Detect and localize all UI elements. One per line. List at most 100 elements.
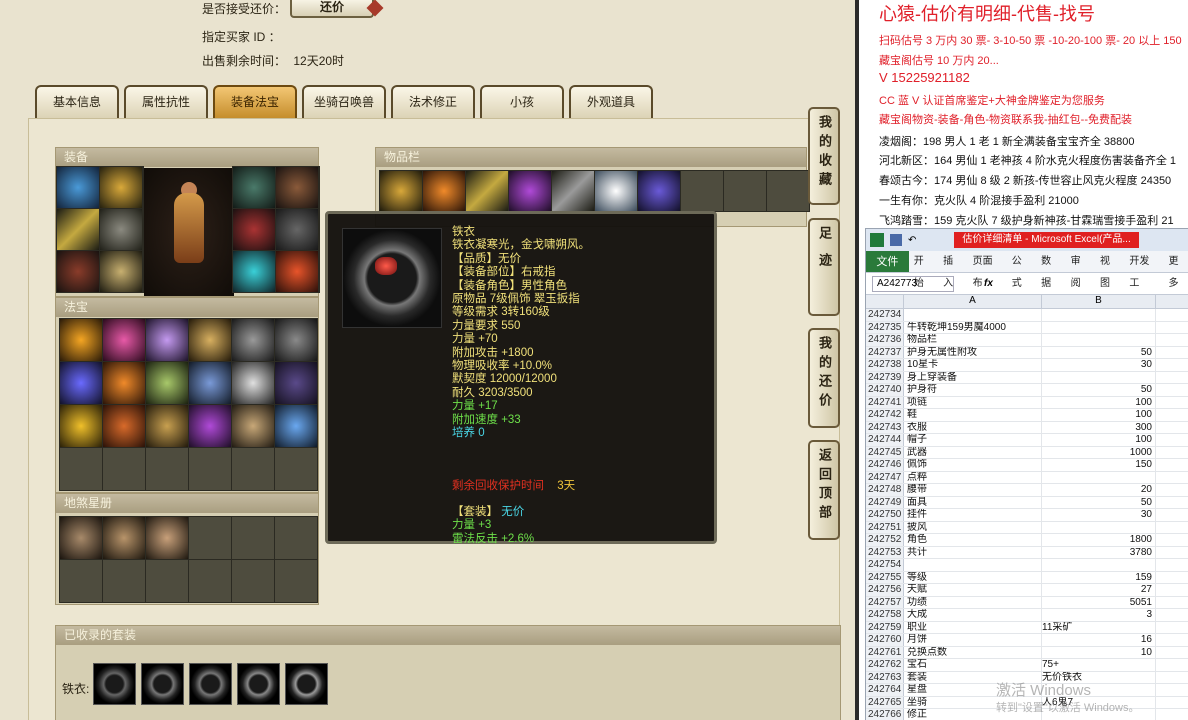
tiansha-slot-empty[interactable]	[232, 517, 274, 559]
tiansha-slot-empty[interactable]	[103, 560, 145, 602]
inventory-slot-empty[interactable]	[767, 171, 809, 211]
tab-equipment[interactable]: 装备法宝	[213, 85, 297, 118]
equipment-slot[interactable]	[276, 251, 318, 292]
cell-b[interactable]: 16	[1042, 634, 1156, 646]
treasure-slot-empty[interactable]	[232, 448, 274, 490]
treasure-slot-empty[interactable]	[189, 448, 231, 490]
cell-b[interactable]: 30	[1042, 359, 1156, 371]
equipment-slot[interactable]	[276, 209, 318, 250]
row-number[interactable]: 242740	[866, 384, 904, 396]
tab-basic-info[interactable]: 基本信息	[35, 85, 119, 118]
cell-a[interactable]: 牛转乾坤159男魔4000	[904, 321, 1042, 333]
row-number[interactable]: 242752	[866, 534, 904, 546]
equipment-slot[interactable]	[233, 167, 275, 208]
cell-a[interactable]: 等级	[904, 571, 1042, 583]
cell-a[interactable]: 月饼	[904, 634, 1042, 646]
footprints-button[interactable]: 足迹	[808, 218, 840, 316]
cell-b[interactable]: 159	[1042, 571, 1156, 583]
cell-b[interactable]: 1800	[1042, 534, 1156, 546]
row-number[interactable]: 242746	[866, 459, 904, 471]
cell-a[interactable]: 宝石	[904, 659, 1042, 671]
treasure-slot[interactable]	[60, 319, 102, 361]
cell-a[interactable]: 面具	[904, 496, 1042, 508]
ribbon-tab-review[interactable]: 审阅	[1066, 251, 1095, 289]
equipment-slot[interactable]	[233, 251, 275, 292]
treasure-slot[interactable]	[189, 362, 231, 404]
select-all-corner[interactable]	[866, 295, 904, 308]
inventory-slot[interactable]	[509, 171, 551, 211]
cell-a[interactable]: 功绩	[904, 596, 1042, 608]
treasure-slot-empty[interactable]	[146, 448, 188, 490]
name-box[interactable]: A242773	[872, 275, 954, 292]
cell-b[interactable]: 100	[1042, 434, 1156, 446]
row-number[interactable]: 242765	[866, 696, 904, 708]
row-number[interactable]: 242751	[866, 521, 904, 533]
row-number[interactable]: 242741	[866, 396, 904, 408]
cell-b[interactable]: 30	[1042, 509, 1156, 521]
cell-a[interactable]: 护身无属性附攻	[904, 346, 1042, 358]
cell-b[interactable]: 75+	[1042, 659, 1156, 671]
row-number[interactable]: 242763	[866, 671, 904, 683]
row-number[interactable]: 242761	[866, 646, 904, 658]
cell-a[interactable]: 大成	[904, 609, 1042, 621]
treasure-slot[interactable]	[189, 405, 231, 447]
cell-b[interactable]: 100	[1042, 409, 1156, 421]
cell-b[interactable]	[1042, 371, 1156, 383]
row-number[interactable]: 242738	[866, 359, 904, 371]
tiansha-slot-empty[interactable]	[146, 560, 188, 602]
equipment-slot[interactable]	[57, 251, 99, 292]
cell-b[interactable]	[1042, 321, 1156, 333]
inventory-slot[interactable]	[638, 171, 680, 211]
treasure-slot[interactable]	[60, 405, 102, 447]
ribbon-tab-data[interactable]: 数据	[1036, 251, 1065, 289]
treasure-slot[interactable]	[60, 362, 102, 404]
row-number[interactable]: 242760	[866, 634, 904, 646]
row-number[interactable]: 242764	[866, 684, 904, 696]
equipment-slot[interactable]	[100, 167, 142, 208]
inventory-slot[interactable]	[595, 171, 637, 211]
cell-a[interactable]: 点粹	[904, 471, 1042, 483]
row-number[interactable]: 242735	[866, 321, 904, 333]
cell-a[interactable]: 帽子	[904, 434, 1042, 446]
treasure-slot[interactable]	[275, 405, 317, 447]
my-favorites-button[interactable]: 我的收藏	[808, 107, 840, 205]
cell-a[interactable]	[904, 559, 1042, 571]
ribbon-tab-formulas[interactable]: 公式	[1007, 251, 1036, 289]
row-number[interactable]: 242736	[866, 334, 904, 346]
row-number[interactable]: 242742	[866, 409, 904, 421]
row-number[interactable]: 242749	[866, 496, 904, 508]
cell-a[interactable]: 角色	[904, 534, 1042, 546]
cell-a[interactable]: 天赋	[904, 584, 1042, 596]
row-number[interactable]: 242747	[866, 471, 904, 483]
tab-attributes[interactable]: 属性抗性	[124, 85, 208, 118]
row-number[interactable]: 242762	[866, 659, 904, 671]
treasure-slot-empty[interactable]	[60, 448, 102, 490]
cell-b[interactable]: 50	[1042, 384, 1156, 396]
row-number[interactable]: 242739	[866, 371, 904, 383]
ribbon-tab-developer[interactable]: 开发工	[1124, 251, 1163, 289]
tab-appearance[interactable]: 外观道具	[569, 85, 653, 118]
cell-b[interactable]: 300	[1042, 421, 1156, 433]
cell-b[interactable]: 50	[1042, 496, 1156, 508]
cell-b[interactable]: 150	[1042, 459, 1156, 471]
row-number[interactable]: 242759	[866, 621, 904, 633]
cell-a[interactable]	[904, 309, 1042, 321]
treasure-slot[interactable]	[103, 319, 145, 361]
row-number[interactable]: 242745	[866, 446, 904, 458]
cell-b[interactable]	[1042, 559, 1156, 571]
treasure-slot[interactable]	[232, 405, 274, 447]
inventory-slot[interactable]	[380, 171, 422, 211]
cell-a[interactable]: 兑换点数	[904, 646, 1042, 658]
cell-b[interactable]	[1042, 309, 1156, 321]
cell-a[interactable]: 衣服	[904, 421, 1042, 433]
cell-b[interactable]: 20	[1042, 484, 1156, 496]
treasure-slot[interactable]	[146, 319, 188, 361]
cell-a[interactable]: 10星卡	[904, 359, 1042, 371]
ribbon-tab-view[interactable]: 视图	[1095, 251, 1124, 289]
tab-mounts-pets[interactable]: 坐骑召唤兽	[302, 85, 386, 118]
treasure-slot[interactable]	[232, 319, 274, 361]
cell-b[interactable]: 5051	[1042, 596, 1156, 608]
my-counteroffers-button[interactable]: 我的还价	[808, 328, 840, 428]
inventory-slot[interactable]	[552, 171, 594, 211]
ribbon-tab-file[interactable]: 文件	[866, 251, 909, 272]
